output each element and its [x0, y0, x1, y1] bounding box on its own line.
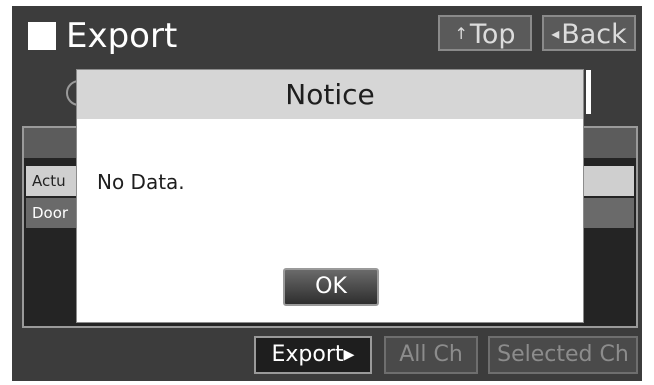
- back-button[interactable]: ◂Back: [542, 15, 636, 51]
- all-ch-button[interactable]: All Ch: [384, 336, 478, 374]
- top-button-label: Top: [469, 19, 516, 50]
- dialog-message: No Data.: [97, 170, 185, 194]
- notice-dialog: Notice No Data. OK: [76, 69, 584, 323]
- input-field-edge: [586, 70, 591, 114]
- top-button[interactable]: ↑Top: [438, 15, 532, 51]
- title-square-icon: [28, 22, 56, 50]
- left-triangle-icon: ◂: [551, 24, 560, 43]
- dialog-title: Notice: [77, 70, 583, 119]
- up-arrow-icon: ↑: [454, 24, 468, 43]
- back-button-label: Back: [561, 19, 627, 50]
- export-button[interactable]: Export▸: [254, 336, 372, 374]
- export-button-label: Export: [271, 342, 344, 367]
- page-title: Export: [66, 16, 178, 56]
- ok-button[interactable]: OK: [283, 268, 379, 306]
- selected-ch-button[interactable]: Selected Ch: [488, 336, 638, 374]
- right-triangle-icon: ▸: [343, 342, 355, 367]
